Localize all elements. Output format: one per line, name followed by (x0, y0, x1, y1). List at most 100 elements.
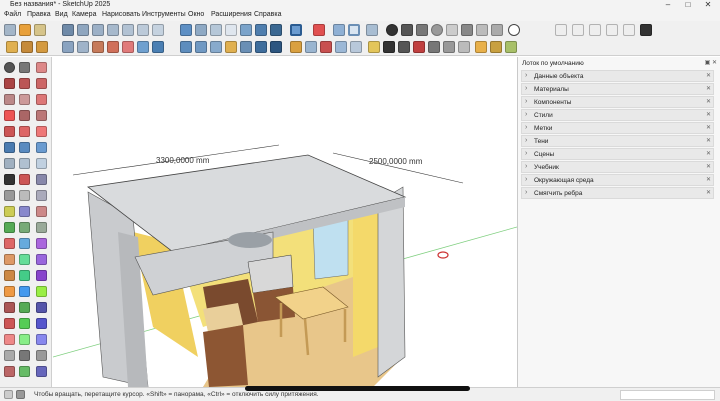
menu-file[interactable]: Файл (4, 11, 21, 18)
smoove-tool-icon[interactable] (4, 270, 15, 281)
select-tool-icon[interactable] (4, 62, 15, 73)
zoom-tool-icon[interactable] (4, 222, 15, 233)
zoom-extents-icon[interactable] (36, 222, 47, 233)
menu-extensions[interactable]: Расширения (211, 11, 252, 18)
component-icon[interactable] (366, 24, 378, 36)
follow-me-tool-icon[interactable] (4, 158, 15, 169)
follow-me-icon[interactable] (383, 41, 395, 53)
protractor-tool-icon[interactable] (36, 174, 47, 185)
offset-tool-icon[interactable] (36, 158, 47, 169)
menu-tools[interactable]: Инструменты (142, 11, 186, 18)
rotate-tool-icon[interactable] (36, 142, 47, 153)
panel-tags[interactable]: › Метки ✕ (521, 122, 714, 134)
pan-tool-icon[interactable] (36, 206, 47, 217)
close-icon[interactable]: ✕ (706, 137, 711, 144)
cloud-icon[interactable] (446, 24, 458, 36)
panel-scenes[interactable]: › Сцены ✕ (521, 148, 714, 160)
make-component-icon[interactable] (4, 78, 15, 89)
push-pull-icon[interactable] (21, 41, 33, 53)
cube-icon[interactable] (270, 41, 282, 53)
shaded-icon[interactable] (240, 24, 252, 36)
previous-view-icon[interactable] (4, 238, 15, 249)
monochrome-icon[interactable] (270, 24, 282, 36)
position-camera-tool-icon[interactable] (19, 238, 30, 249)
section-cuts-icon[interactable] (19, 366, 30, 377)
two-point-arc-icon[interactable] (36, 126, 47, 137)
sandbox-tool-icon[interactable] (36, 254, 47, 265)
zoom-window-tool-icon[interactable] (19, 222, 30, 233)
top-view-icon[interactable] (77, 24, 89, 36)
union-tool-icon[interactable] (4, 318, 15, 329)
wireframe-icon[interactable] (210, 24, 222, 36)
warehouse-tool-icon[interactable] (19, 334, 30, 345)
close-icon[interactable]: ✕ (706, 98, 711, 105)
intersect-icon[interactable] (195, 41, 207, 53)
menu-window[interactable]: Окно (188, 11, 204, 18)
look-around-tool-icon[interactable] (4, 254, 15, 265)
lock-icon[interactable] (461, 24, 473, 36)
measurements-box[interactable] (620, 390, 715, 400)
xray-icon[interactable] (180, 24, 192, 36)
look-around-icon[interactable] (413, 41, 425, 53)
credits-icon[interactable] (16, 390, 25, 399)
camera-icon[interactable] (401, 24, 413, 36)
circle-tool-icon[interactable] (19, 110, 30, 121)
trim-icon[interactable] (240, 41, 252, 53)
position-camera-icon[interactable] (398, 41, 410, 53)
stamp-tool-icon[interactable] (19, 270, 30, 281)
warehouse-icon[interactable] (476, 24, 488, 36)
textured-icon[interactable] (255, 24, 267, 36)
select-icon[interactable] (4, 24, 16, 36)
tape-tool-icon[interactable] (4, 174, 15, 185)
text-icon[interactable] (350, 41, 362, 53)
cmd-icon[interactable] (640, 24, 652, 36)
solid-union-icon[interactable] (555, 24, 567, 36)
extension-icon[interactable] (491, 24, 503, 36)
info-icon[interactable] (508, 24, 520, 36)
back-view-icon[interactable] (122, 24, 134, 36)
menu-draw[interactable]: Нарисовать (102, 11, 140, 18)
flip-edge-icon[interactable] (137, 41, 149, 53)
menu-edit[interactable]: Правка (27, 11, 51, 18)
3d-text-tool-icon[interactable] (36, 190, 47, 201)
location-icon[interactable] (431, 24, 443, 36)
sandbox-icon[interactable] (62, 41, 74, 53)
move-tool-icon[interactable] (4, 142, 15, 153)
pie-tool-icon[interactable] (19, 126, 30, 137)
section-fill-tool-icon[interactable] (36, 366, 47, 377)
panel-entity-info[interactable]: › Данные объекта ✕ (521, 70, 714, 82)
union-icon[interactable] (210, 41, 222, 53)
outer-shell-icon[interactable] (180, 41, 192, 53)
split-tool-icon[interactable] (4, 334, 15, 345)
panel-environment[interactable]: › Окружающая среда ✕ (521, 174, 714, 186)
walk-tool-icon[interactable] (36, 238, 47, 249)
line-tool-icon[interactable] (4, 94, 15, 105)
eraser-tool-icon[interactable] (36, 62, 47, 73)
walk-icon[interactable] (428, 41, 440, 53)
panel-components[interactable]: › Компоненты ✕ (521, 96, 714, 108)
close-icon[interactable]: ✕ (706, 72, 711, 79)
left-view-icon[interactable] (137, 24, 149, 36)
menu-view[interactable]: Вид (55, 11, 68, 18)
close-icon[interactable]: ✕ (706, 124, 711, 131)
view-toggle-icon[interactable] (290, 24, 302, 36)
ruby-console-icon[interactable] (313, 24, 325, 36)
pencil-icon[interactable] (6, 41, 18, 53)
drape-tool-icon[interactable] (36, 270, 47, 281)
right-view-icon[interactable] (107, 24, 119, 36)
subtract-icon[interactable] (225, 41, 237, 53)
section-plane-tool-icon[interactable] (19, 254, 30, 265)
front-view-icon[interactable] (92, 24, 104, 36)
paint-tool-icon[interactable] (19, 78, 30, 89)
solid-intersect-icon[interactable] (572, 24, 584, 36)
stamp-icon[interactable] (92, 41, 104, 53)
lasso-icon[interactable] (19, 62, 30, 73)
panel-materials[interactable]: › Материалы ✕ (521, 83, 714, 95)
walk-person-icon[interactable] (4, 350, 15, 361)
section-plane-icon[interactable] (333, 24, 345, 36)
dimension-tool-icon[interactable] (19, 174, 30, 185)
panel-soften-edges[interactable]: › Смягчить ребра ✕ (521, 187, 714, 199)
close-button[interactable]: ✕ (698, 0, 718, 10)
section-cut-icon[interactable] (458, 41, 470, 53)
paint-bucket-icon[interactable] (34, 24, 46, 36)
